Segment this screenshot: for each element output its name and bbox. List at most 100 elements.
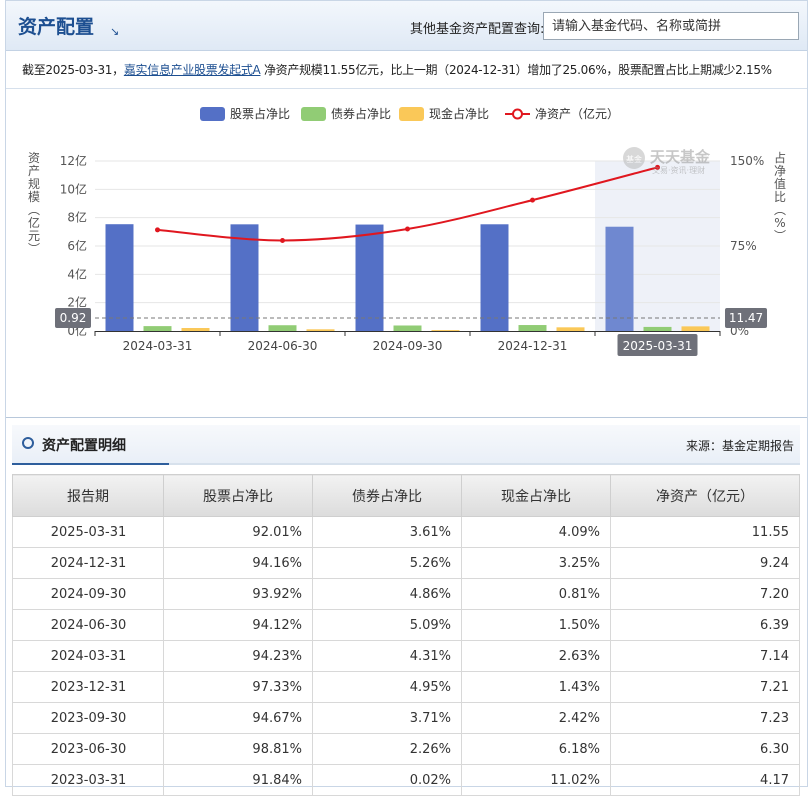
cell-cash-ratio: 4.09% [461,516,611,548]
bar-bond [518,325,547,331]
cell-cash-ratio: 11.02% [461,764,611,796]
summary-suffix: 净资产规模11.55亿元，比上一期（2024-12-31）增加了25.06%，股… [260,63,772,77]
detail-source: 来源：基金定期报告 [685,439,794,453]
legend-label: 净资产（亿元） [535,106,619,121]
cell-bond-ratio: 4.95% [312,671,462,703]
cell-net-assets: 7.21 [610,671,800,703]
axis-label-char: 资 [28,151,40,165]
net-assets-point [405,226,410,232]
axis-label-char: 值 [774,176,786,191]
detail-header-underline [12,463,169,465]
axis-label-char: 占 [774,150,786,165]
cell-cash-ratio: 0.81% [461,578,611,610]
cell-bond-ratio: 0.02% [312,764,462,796]
cell-report-date: 2024-12-31 [12,547,164,579]
cell-stock-ratio: 98.81% [163,733,313,765]
bar-bond [643,326,672,331]
cell-stock-ratio: 93.92% [163,578,313,610]
cell-report-date: 2024-09-30 [12,578,164,610]
legend-label: 股票占净比 [230,106,290,121]
left-tick-label: 4亿 [67,266,87,281]
right-tick-label: 75% [730,239,757,253]
cell-bond-ratio: 3.71% [312,702,462,734]
col-header-stock-ratio[interactable]: 股票占净比 [163,474,313,517]
cell-net-assets: 6.30 [610,733,800,765]
bar-cash [681,326,710,331]
left-tick-label: 12亿 [60,153,87,168]
corner-arrow-icon: ↘ [110,25,120,38]
axis-label-char: ︵ [28,203,40,217]
fund-name-link[interactable]: 嘉实信息产业股票发起式A [124,63,261,77]
cell-stock-ratio: 94.23% [163,640,313,672]
chart-legend: 股票占净比 债券占净比 现金占净比 净资产（亿元） [200,106,619,121]
watermark-badge: 基金 [626,154,642,164]
cell-net-assets: 7.20 [610,578,800,610]
legend-swatch-marker [512,108,523,120]
cell-report-date: 2024-06-30 [12,609,164,641]
bar-stock [605,226,634,331]
asset-chart-svg: 0亿2亿4亿6亿8亿10亿12亿0%75%150%资产规模︵亿元︶占净值比︵%︶… [28,106,786,356]
axis-label-char: % [774,216,785,230]
watermark-title: 天天基金 [650,148,711,166]
axis-label-char: 亿 [28,215,40,230]
cell-report-date: 2023-09-30 [12,702,164,734]
cell-report-date: 2024-03-31 [12,640,164,672]
cell-report-date: 2023-06-30 [12,733,164,765]
legend-swatch [399,107,424,121]
cell-net-assets: 7.14 [610,640,800,672]
cell-report-date: 2023-03-31 [12,764,164,796]
detail-header: 资产配置明细 来源：基金定期报告 [12,425,800,465]
col-header-net-assets[interactable]: 净资产（亿元） [610,474,800,517]
table-row: 2024-09-30 93.92% 4.86% 0.81% 7.20 [12,578,800,610]
asset-allocation-panel: 资产配置 ↘ 其他基金资产配置查询: 截至2025-03-31，嘉实信息产业股票… [5,0,808,796]
table-row: 2023-06-30 98.81% 2.26% 6.18% 6.30 [12,733,800,765]
col-header-report-date[interactable]: 报告期 [12,474,164,517]
bar-cash [306,329,335,331]
net-assets-point [155,227,160,233]
right-tick-label: 150% [730,154,764,168]
table-row: 2024-12-31 94.16% 5.26% 3.25% 9.24 [12,547,800,579]
cell-report-date: 2025-03-31 [12,516,164,548]
query-label: 其他基金资产配置查询: [410,22,545,37]
table-row: 2024-03-31 94.23% 4.31% 2.63% 7.14 [12,640,800,672]
bar-stock [480,224,509,331]
cell-stock-ratio: 94.12% [163,609,313,641]
summary-line: 截至2025-03-31，嘉实信息产业股票发起式A 净资产规模11.55亿元，比… [6,51,807,89]
cell-net-assets: 6.39 [610,609,800,641]
left-axis-label: 资产规模︵亿元︶ [28,151,40,256]
crosshair-left-value: 0.92 [60,311,87,325]
bar-bond [268,325,297,331]
bar-cash [181,328,210,331]
left-tick-label: 8亿 [67,210,87,225]
cell-stock-ratio: 97.33% [163,671,313,703]
cell-stock-ratio: 94.67% [163,702,313,734]
legend-label: 债券占净比 [331,106,391,121]
x-tick-label: 2024-06-30 [248,339,318,353]
col-header-bond-ratio[interactable]: 债券占净比 [312,474,462,517]
bar-cash [556,327,585,331]
fund-search-input[interactable] [543,12,799,40]
net-assets-point [530,197,535,203]
bar-bond [393,325,422,331]
cell-net-assets: 7.23 [610,702,800,734]
table-row: 2023-03-31 91.84% 0.02% 11.02% 4.17 [12,764,800,796]
cell-bond-ratio: 3.61% [312,516,462,548]
cell-cash-ratio: 1.50% [461,609,611,641]
axis-label-char: ︶ [774,229,786,243]
table-row: 2023-12-31 97.33% 4.95% 1.43% 7.21 [12,671,800,703]
bar-cash [431,330,460,331]
crosshair-right-value: 11.47 [729,311,763,325]
watermark-subtitle: 交易·资讯·理财 [652,165,705,175]
cell-stock-ratio: 92.01% [163,516,313,548]
asset-chart: 0亿 2亿 4亿 6亿 8亿 10亿 12亿 0% 75% 150% 资产规模 ︵ 亿元 ︶ 占净值比 ︵% ︶… [6,90,807,418]
cell-bond-ratio: 4.86% [312,578,462,610]
table-row: 2023-09-30 94.67% 3.71% 2.42% 7.23 [12,702,800,734]
left-tick-label: 10亿 [60,181,87,196]
page-title: 资产配置 [18,16,95,38]
summary-prefix: 截至2025-03-31， [22,63,124,77]
cell-cash-ratio: 3.25% [461,547,611,579]
col-header-cash-ratio[interactable]: 现金占净比 [461,474,611,517]
axis-label-char: 净 [774,164,786,178]
x-tick-label: 2025-03-31 [623,339,693,353]
x-tick-label: 2024-12-31 [498,339,568,353]
